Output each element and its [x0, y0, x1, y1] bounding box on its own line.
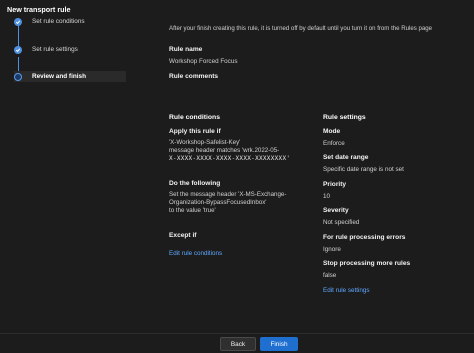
- date-range-label: Set date range: [323, 154, 369, 161]
- apply-rule-condition: 'X-Workshop-Safelist-Key' message header…: [169, 139, 290, 163]
- wizard-title: New transport rule: [7, 5, 71, 14]
- condition-line: 'X-Workshop-Safelist-Key': [169, 139, 241, 146]
- edit-rule-conditions-link[interactable]: Edit rule conditions: [169, 250, 222, 257]
- edit-rule-settings-link[interactable]: Edit rule settings: [323, 287, 370, 294]
- action-line: Organization-BypassFocusedInbox': [169, 199, 267, 206]
- step-set-rule-conditions[interactable]: Set rule conditions: [14, 16, 126, 27]
- processing-errors-value: Ignore: [323, 246, 341, 253]
- back-button[interactable]: Back: [220, 337, 256, 351]
- severity-label: Severity: [323, 207, 349, 214]
- do-the-following-label: Do the following: [169, 180, 221, 187]
- stop-processing-label: Stop processing more rules: [323, 260, 411, 267]
- mode-value: Enforce: [323, 140, 345, 147]
- step-review-and-finish[interactable]: Review and finish: [14, 71, 126, 82]
- checkmark-icon: [14, 45, 22, 54]
- action-description: Set the message header 'X-MS-Exchange- O…: [169, 191, 286, 215]
- stop-processing-value: false: [323, 272, 337, 279]
- step-label: Set rule conditions: [32, 18, 85, 25]
- processing-errors-label: For rule processing errors: [323, 234, 406, 241]
- condition-line: message header matches 'wrk.2022-05-: [169, 147, 280, 154]
- rule-conditions-title: Rule conditions: [169, 114, 220, 121]
- current-step-indicator: [14, 72, 22, 81]
- date-range-value: Specific date range is not set: [323, 166, 404, 173]
- step-set-rule-settings[interactable]: Set rule settings: [14, 44, 126, 55]
- rule-name-value: Workshop Forced Focus: [169, 58, 238, 65]
- except-if-label: Except if: [169, 232, 197, 239]
- apply-rule-if-label: Apply this rule if: [169, 128, 221, 135]
- step-label: Set rule settings: [32, 46, 78, 53]
- intro-text: After your finish creating this rule, it…: [169, 25, 433, 32]
- redacted-key: X-XXXX-XXXX-XXXX-XXXX-XXXXXXXX': [169, 155, 291, 162]
- severity-value: Not specified: [323, 219, 360, 226]
- action-line: to the value 'true': [169, 207, 216, 214]
- footer-divider: [0, 333, 474, 334]
- action-line: Set the message header 'X-MS-Exchange-: [169, 191, 287, 198]
- step-label: Review and finish: [32, 73, 86, 80]
- mode-label: Mode: [323, 128, 341, 135]
- checkmark-icon: [14, 17, 22, 26]
- rule-name-label: Rule name: [169, 46, 203, 53]
- priority-value: 10: [323, 193, 331, 200]
- finish-button[interactable]: Finish: [260, 337, 298, 351]
- priority-label: Priority: [323, 181, 347, 188]
- rule-settings-title: Rule settings: [323, 114, 366, 121]
- rule-comments-label: Rule comments: [169, 73, 219, 80]
